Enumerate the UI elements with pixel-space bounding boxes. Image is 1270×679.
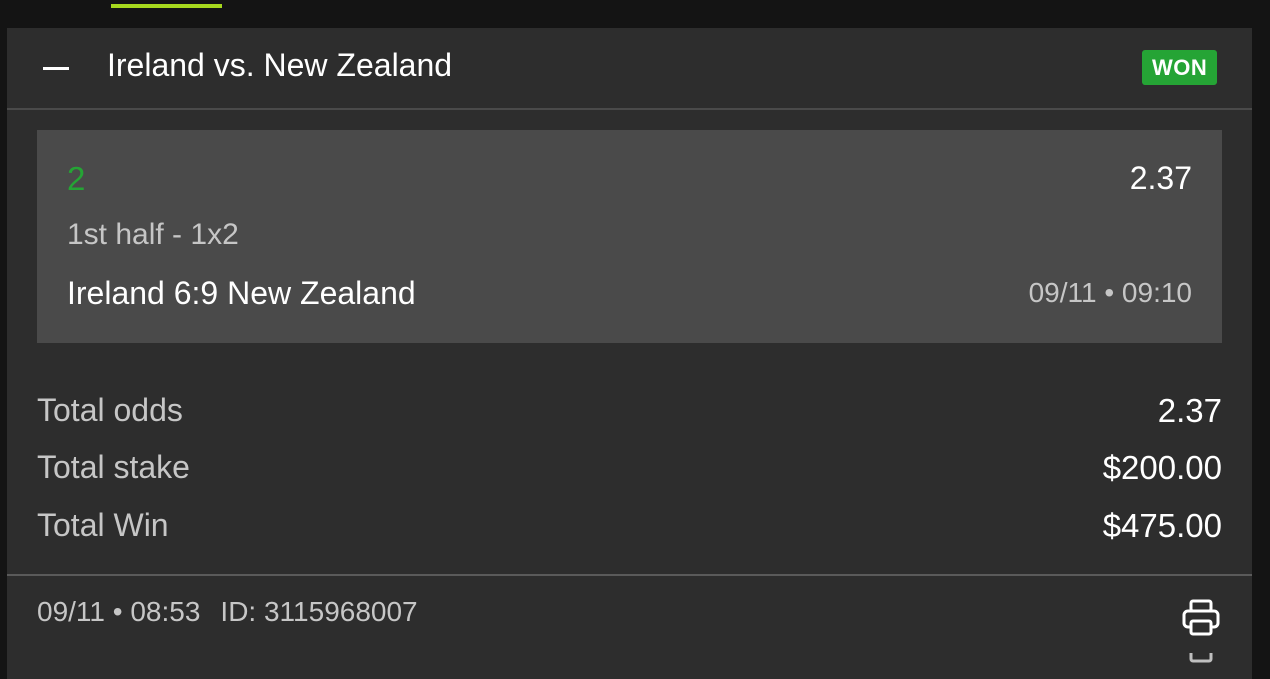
bet-card: Ireland vs. New Zealand WON 2 2.37 1st h…: [7, 28, 1252, 679]
footer-divider: [7, 574, 1252, 576]
printer-icon: [1182, 599, 1220, 636]
total-stake-value: $200.00: [1102, 449, 1222, 486]
selection-datetime: 09/11 • 09:10: [1028, 277, 1192, 308]
total-win-value: $475.00: [1102, 507, 1222, 544]
bet-card-header[interactable]: Ireland vs. New Zealand WON: [7, 28, 1252, 110]
bet-meta: 09/11 • 08:53 ID: 3115968007: [37, 596, 418, 628]
selection-result: Ireland 6:9 New Zealand: [67, 275, 416, 311]
selection-market: 1st half - 1x2: [67, 218, 239, 251]
total-odds-row: Total odds 2.37: [37, 392, 1222, 436]
placed-datetime: 09/11 • 08:53: [37, 596, 201, 627]
selection-pick: 2: [67, 160, 86, 197]
selection-details: 2 2.37 1st half - 1x2 Ireland 6:9 New Ze…: [37, 130, 1222, 343]
bet-id: ID: 3115968007: [220, 596, 418, 627]
total-odds-value: 2.37: [1157, 392, 1222, 429]
active-tab-indicator: [111, 4, 222, 8]
total-stake-row: Total stake $200.00: [37, 449, 1222, 493]
selection-odds: 2.37: [1129, 160, 1192, 196]
print-button[interactable]: [1179, 596, 1223, 640]
printer-icon-partial: [1179, 653, 1223, 673]
match-title: Ireland vs. New Zealand: [107, 47, 453, 83]
total-win-label: Total Win: [37, 507, 169, 543]
total-stake-label: Total stake: [37, 449, 190, 485]
total-win-row: Total Win $475.00: [37, 507, 1222, 551]
total-odds-label: Total odds: [37, 392, 183, 428]
status-badge: WON: [1142, 50, 1218, 85]
minus-icon: [43, 67, 69, 70]
collapse-button[interactable]: [37, 50, 73, 86]
